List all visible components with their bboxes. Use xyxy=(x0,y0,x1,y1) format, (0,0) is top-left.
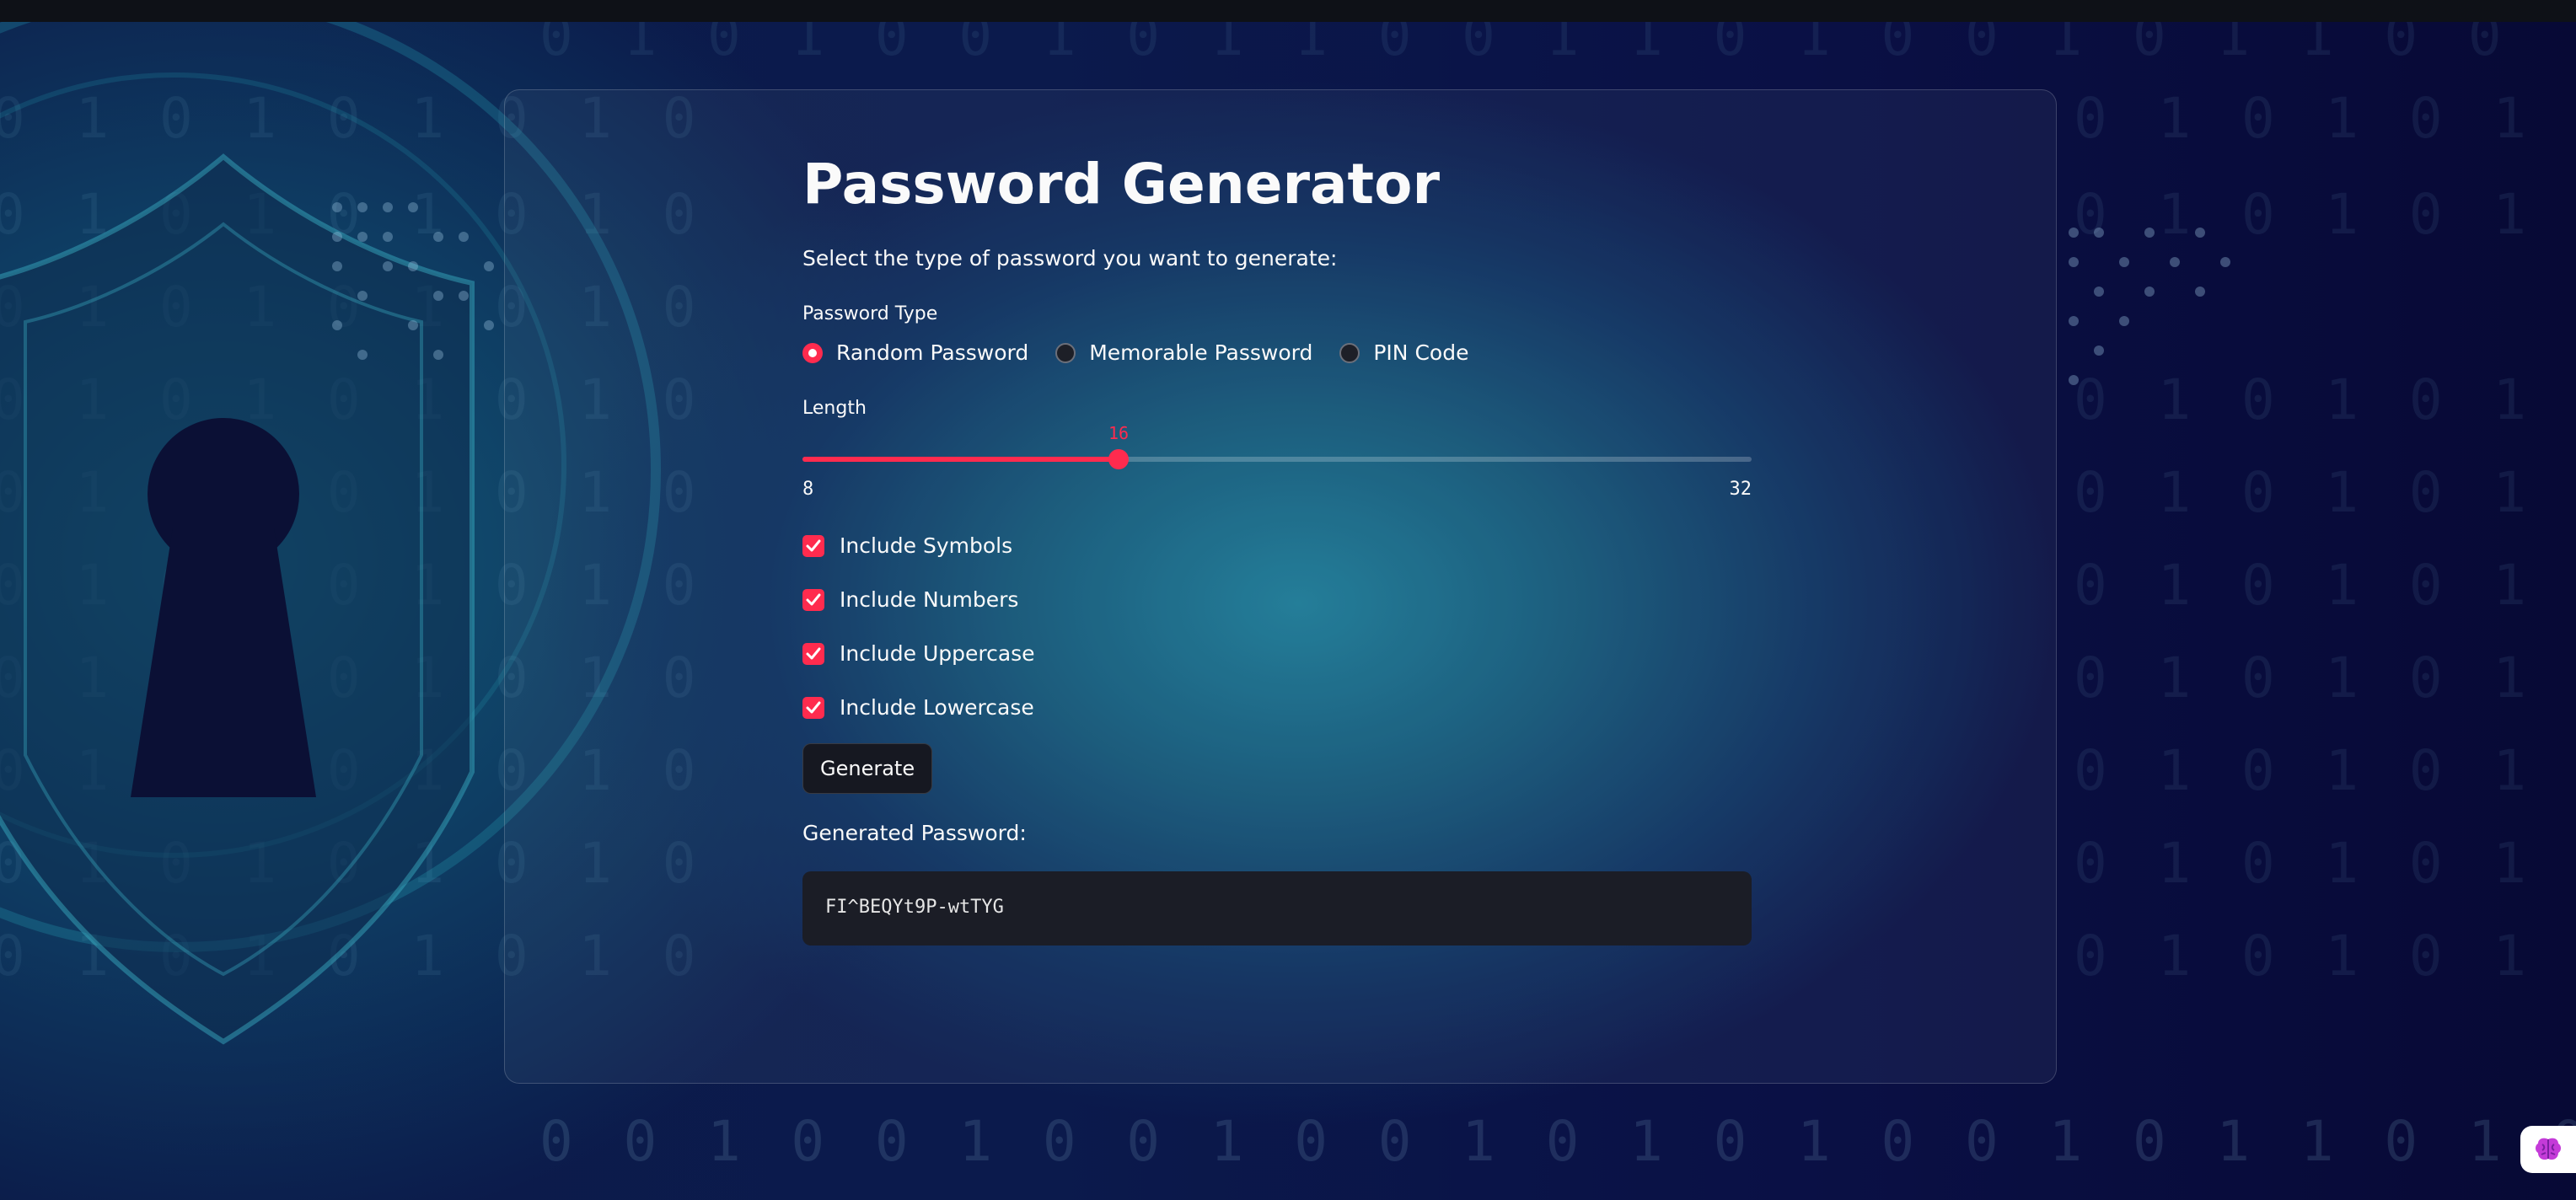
checkbox-label: Include Lowercase xyxy=(840,695,1034,720)
checkbox-label: Include Uppercase xyxy=(840,641,1035,666)
generated-password-value: FI^BEQYt9P-wtTYG xyxy=(825,897,1004,918)
generate-button[interactable]: Generate xyxy=(802,743,933,794)
checkmark-icon xyxy=(806,647,821,659)
app-header-bar xyxy=(0,0,2576,22)
include-symbols-checkbox[interactable]: Include Symbols xyxy=(802,533,1012,558)
radio-selected-indicator xyxy=(802,342,823,363)
brain-icon xyxy=(2536,1138,2561,1160)
checkbox-label: Include Numbers xyxy=(840,587,1019,612)
page-title: Password Generator xyxy=(802,152,1441,217)
checkmark-icon xyxy=(806,539,821,551)
include-lowercase-checkbox[interactable]: Include Lowercase xyxy=(802,695,1034,720)
radio-pin-code[interactable]: PIN Code xyxy=(1339,340,1468,365)
checkmark-icon xyxy=(806,593,821,605)
radio-label: Memorable Password xyxy=(1089,340,1313,365)
include-numbers-checkbox[interactable]: Include Numbers xyxy=(802,587,1018,612)
length-slider-value: 16 xyxy=(1108,423,1130,443)
radio-random-password[interactable]: Random Password xyxy=(802,340,1028,365)
dot-pattern-right xyxy=(2069,228,2230,385)
generated-password-label: Generated Password: xyxy=(802,821,1027,845)
corner-app-button[interactable] xyxy=(2520,1126,2576,1173)
generated-password-output[interactable]: FI^BEQYt9P-wtTYG xyxy=(802,871,1752,946)
length-label: Length xyxy=(802,398,867,419)
radio-indicator xyxy=(1055,342,1076,363)
length-slider[interactable]: 16 xyxy=(802,423,1752,469)
password-type-label: Password Type xyxy=(802,303,938,324)
checkmark-icon xyxy=(806,701,821,713)
radio-label: Random Password xyxy=(836,340,1029,365)
password-type-radio-group: Random Password Memorable Password PIN C… xyxy=(802,340,1495,365)
radio-label: PIN Code xyxy=(1373,340,1469,365)
checkbox-checked xyxy=(802,696,824,719)
page-subtitle: Select the type of password you want to … xyxy=(802,246,1338,271)
length-slider-min: 8 xyxy=(802,479,814,500)
length-slider-fill xyxy=(802,457,1119,462)
checkbox-checked xyxy=(802,588,824,611)
checkbox-label: Include Symbols xyxy=(840,533,1013,558)
length-slider-max: 32 xyxy=(1729,479,1752,500)
radio-memorable-password[interactable]: Memorable Password xyxy=(1055,340,1312,365)
include-uppercase-checkbox[interactable]: Include Uppercase xyxy=(802,641,1035,666)
checkbox-checked xyxy=(802,534,824,557)
length-slider-thumb[interactable] xyxy=(1108,449,1129,469)
checkbox-checked xyxy=(802,642,824,665)
radio-indicator xyxy=(1339,342,1360,363)
